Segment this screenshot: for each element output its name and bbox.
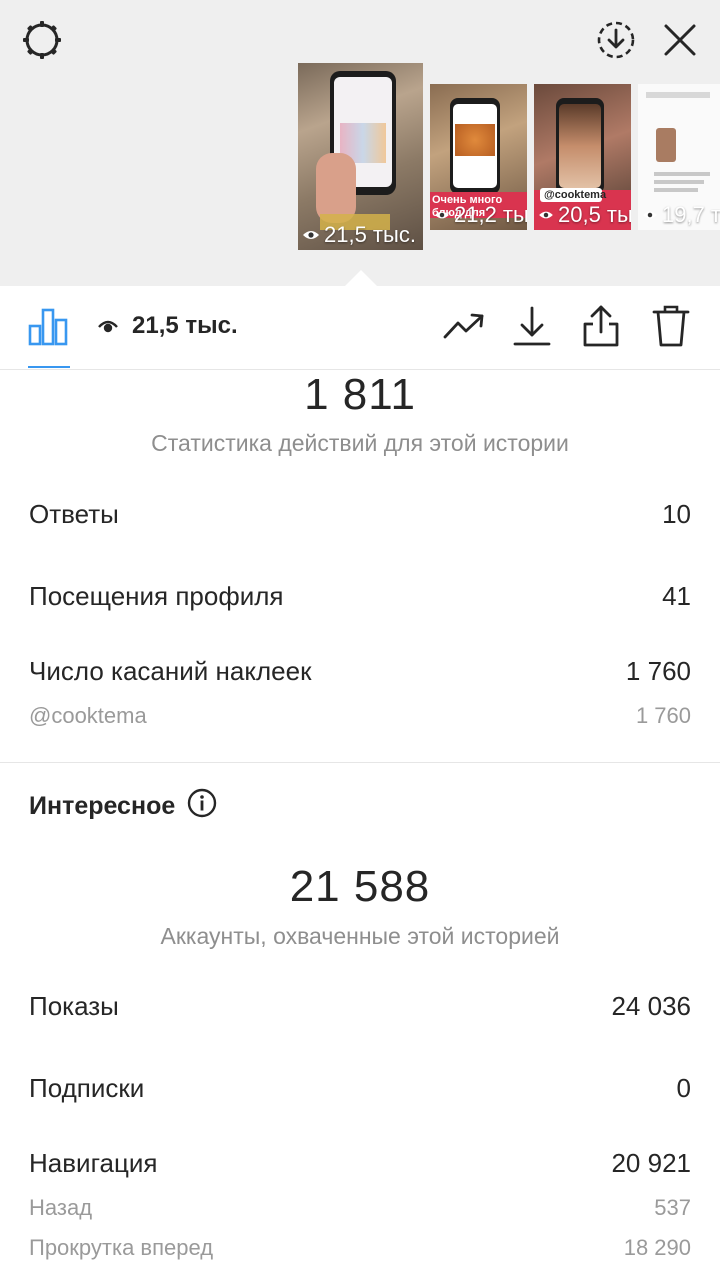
info-icon[interactable] [187,788,217,825]
story-strip: 21,5 тыс. Очень много блюд для 21,2 тыс.… [0,0,720,288]
trash-icon [652,304,690,353]
story-view-count: 21,5 тыс. [302,222,416,248]
stat-label: @cooktema [29,703,147,728]
stat-row-follows: Подписки 0 [29,1073,691,1104]
close-icon [662,22,698,63]
stat-value: 10 [662,499,691,529]
stat-row-sticker-taps: Число касаний наклеек 1 760 [29,656,691,687]
stat-value: 24 036 [611,991,691,1021]
story-view-count: 19,7 тыс. [642,202,720,228]
settings-gear-icon [20,18,64,67]
stat-row-navigation: Навигация 20 921 [29,1148,691,1179]
stat-label: Прокрутка вперед [29,1235,214,1260]
stat-value: 18 290 [623,1235,691,1260]
stat-label: Подписки [29,1073,145,1103]
section-divider [0,762,720,763]
stat-value: 537 [654,1195,691,1220]
story-view-count-summary: 21,5 тыс. [98,312,238,340]
promote-button[interactable] [440,304,488,352]
stat-label: Число касаний наклеек [29,656,312,686]
close-button[interactable] [656,18,704,66]
reach-subtitle: Аккаунты, охваченные этой историей [160,923,560,949]
story-views-label: 20,5 тыс. [558,202,631,227]
story-thumbnail[interactable]: @cooktema 20,5 тыс. [534,84,631,230]
stat-label: Ответы [29,499,119,529]
view-count-label: 21,5 тыс. [132,312,238,339]
story-toolbar: 21,5 тыс. [0,286,720,370]
story-views-label: 21,5 тыс. [324,222,416,247]
trend-icon [442,311,486,346]
delete-button[interactable] [647,304,695,352]
stat-label: Назад [29,1195,93,1220]
stat-value: 1 760 [635,703,691,728]
stat-label: Навигация [29,1148,158,1178]
interactions-subtitle: Статистика действий для этой истории [151,430,569,456]
story-view-count: 21,2 тыс. [434,202,527,228]
stat-row-impressions: Показы 24 036 [29,991,691,1022]
eye-icon [539,211,553,219]
eye-icon [98,320,118,333]
stat-value: 1 760 [625,656,691,686]
stat-row-profile-visits: Посещения профиля 41 [29,581,691,612]
stat-subrow-mention: @cooktema 1 760 [29,703,691,729]
stat-value: 41 [662,581,691,611]
discovery-section-title: Интересное [29,788,217,825]
download-circle-icon [595,19,637,66]
eye-icon [643,211,657,219]
story-caption: @cooktema [544,189,607,201]
reach-total: 21 588 [289,862,431,911]
story-views-label: 21,2 тыс. [454,202,527,227]
selected-story-pointer [343,270,379,288]
stat-subrow-back: Назад 537 [29,1195,691,1221]
eye-icon [303,231,319,239]
share-icon [581,304,621,353]
eye-icon [435,211,449,219]
stat-label: Посещения профиля [29,581,284,611]
stat-value: 20 921 [611,1148,691,1178]
save-icon [512,305,552,352]
bar-chart-icon [27,306,69,351]
insights-tab[interactable] [24,304,72,352]
interactions-total: 1 811 [304,370,416,419]
story-view-count: 20,5 тыс. [538,202,631,228]
story-views-label: 19,7 тыс. [662,202,720,227]
story-thumbnail[interactable]: Очень много блюд для 21,2 тыс. [430,84,527,230]
section-title-label: Интересное [29,792,176,820]
stat-subrow-forward: Прокрутка вперед 18 290 [29,1235,691,1261]
share-button[interactable] [577,304,625,352]
stat-label: Показы [29,991,119,1021]
stat-row-replies: Ответы 10 [29,499,691,530]
download-story-button[interactable] [592,18,640,66]
settings-button[interactable] [18,18,66,66]
story-thumbnail[interactable]: 21,5 тыс. [298,63,423,250]
stat-value: 0 [676,1073,691,1103]
story-thumbnail[interactable]: 19,7 тыс. [638,84,720,230]
active-tab-indicator [28,366,70,368]
save-button[interactable] [508,304,556,352]
